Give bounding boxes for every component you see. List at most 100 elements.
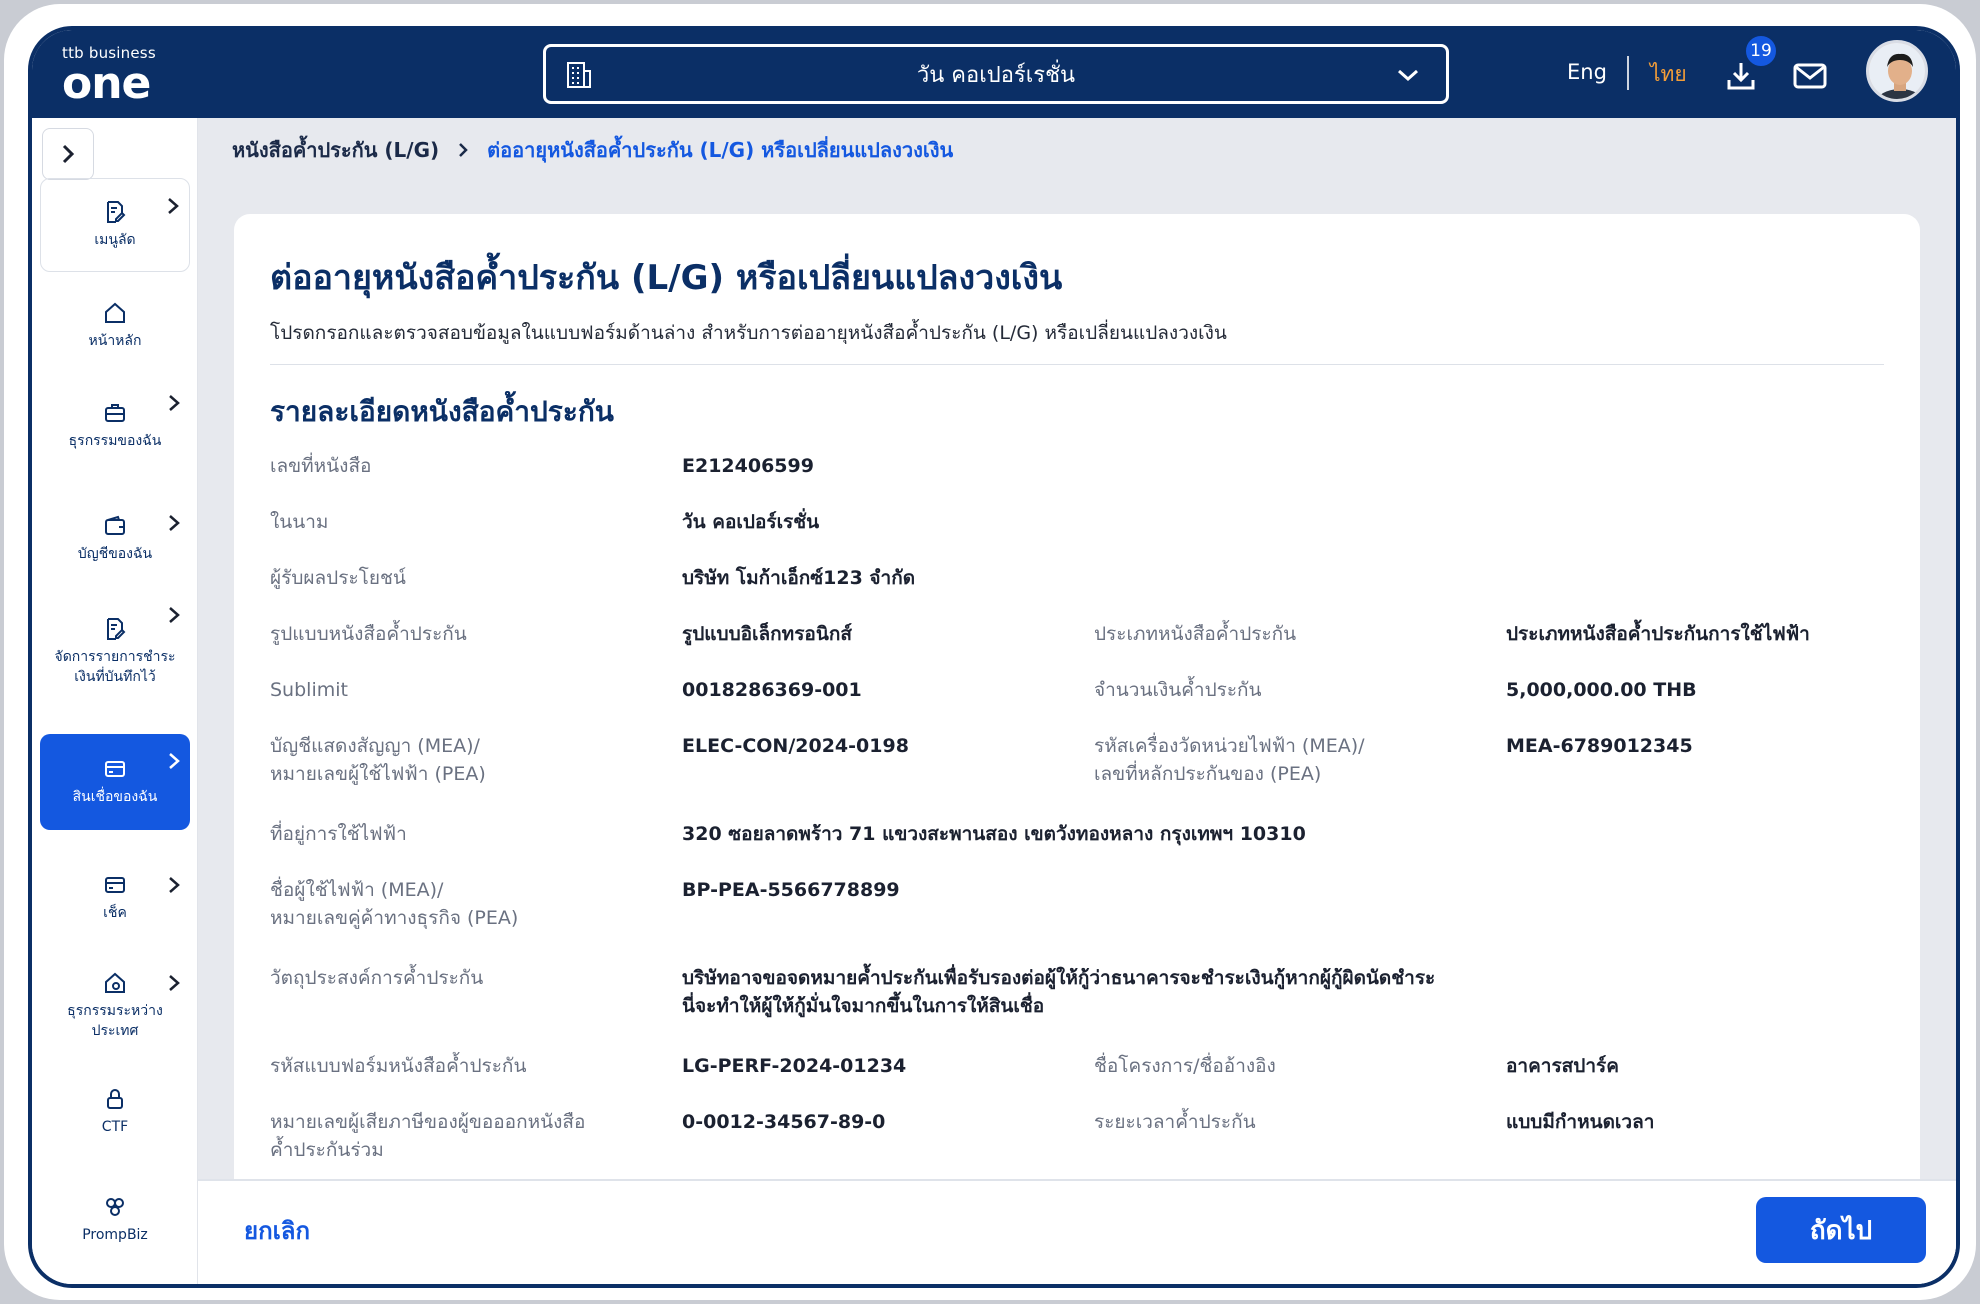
sidebar-item-shortcut-menu[interactable]: เมนูลัด bbox=[40, 178, 190, 272]
detail-value: MEA-6789012345 bbox=[1506, 735, 1693, 757]
detail-value: 0-0012-34567-89-0 bbox=[682, 1111, 886, 1133]
chevron-right-icon bbox=[169, 975, 180, 991]
sidebar-item-home[interactable]: หน้าหลัก bbox=[40, 286, 190, 366]
detail-label: หมายเลขผู้เสียภาษีของผู้ขอออกหนังสือ ค้ำ… bbox=[270, 1108, 650, 1164]
detail-label: ผู้รับผลประโยชน์ bbox=[270, 567, 406, 589]
device-frame: ttb business one วัน คอเปอร์เรชั่น Eng ไ… bbox=[4, 4, 1976, 1300]
chevron-right-icon bbox=[169, 607, 180, 623]
sidebar-item-label: จัดการรายการชำระเงินที่บันทึกไว้ bbox=[54, 649, 176, 685]
detail-value: E212406599 bbox=[682, 455, 814, 477]
detail-label-line: หมายเลขผู้เสียภาษีของผู้ขอออกหนังสือ bbox=[270, 1111, 586, 1133]
sidebar-item-ctf[interactable]: CTF bbox=[40, 1072, 190, 1152]
detail-label: ประเภทหนังสือค้ำประกัน bbox=[1094, 623, 1297, 645]
detail-label: วัตถุประสงค์การค้ำประกัน bbox=[270, 967, 484, 989]
sidebar-expand-button[interactable] bbox=[42, 128, 94, 180]
detail-value: แบบมีกำหนดเวลา bbox=[1506, 1111, 1655, 1133]
detail-label-line: หมายเลขผู้ใช้ไฟฟ้า (PEA) bbox=[270, 763, 486, 785]
detail-label-line: บัญชีแสดงสัญญา (MEA)/ bbox=[270, 735, 480, 757]
breadcrumb-parent-link[interactable]: หนังสือค้ำประกัน (L/G) bbox=[232, 134, 439, 166]
sidebar-item-label: ธุรกรรมระหว่างประเทศ bbox=[67, 1003, 163, 1039]
detail-label-line: หมายเลขคู่ค้าทางธุรกิจ (PEA) bbox=[270, 907, 519, 929]
detail-label: รูปแบบหนังสือค้ำประกัน bbox=[270, 623, 467, 645]
divider bbox=[270, 364, 1884, 365]
cancel-button[interactable]: ยกเลิก bbox=[244, 1211, 310, 1250]
detail-value: 5,000,000.00 THB bbox=[1506, 679, 1697, 701]
chevron-right-icon bbox=[169, 753, 180, 769]
next-button[interactable]: ถัดไป bbox=[1756, 1197, 1926, 1263]
document-edit-icon bbox=[107, 201, 126, 223]
page-title: ต่ออายุหนังสือค้ำประกัน (L/G) หรือเปลี่ย… bbox=[270, 258, 1063, 298]
detail-value: LG-PERF-2024-01234 bbox=[682, 1055, 907, 1077]
lock-icon bbox=[107, 1089, 123, 1109]
detail-value: ELEC-CON/2024-0198 bbox=[682, 735, 909, 757]
sidebar: เมนูลัด หน้าหลัก ธุรกรรมของฉัน บัญชีของฉ… bbox=[32, 118, 198, 1284]
detail-label-line: เลขที่หลักประกันของ (PEA) bbox=[1094, 763, 1322, 785]
detail-value: รูปแบบอิเล็กทรอนิกส์ bbox=[682, 623, 852, 645]
globe-home-icon bbox=[105, 972, 125, 993]
sidebar-item-label: CTF bbox=[101, 1119, 129, 1135]
sidebar-item-my-accounts[interactable]: บัญชีของฉัน bbox=[40, 496, 190, 582]
sidebar-item-label: หน้าหลัก bbox=[88, 333, 142, 349]
breadcrumb: หนังสือค้ำประกัน (L/G) ต่ออายุหนังสือค้ำ… bbox=[232, 130, 953, 170]
download-count-badge: 19 bbox=[1744, 34, 1778, 68]
detail-value: อาคารสปาร์ค bbox=[1506, 1055, 1619, 1077]
sidebar-item-cheque[interactable]: เช็ค bbox=[40, 858, 190, 938]
chevron-right-icon bbox=[169, 395, 180, 411]
user-avatar[interactable] bbox=[1866, 40, 1928, 102]
app-screen: ttb business one วัน คอเปอร์เรชั่น Eng ไ… bbox=[28, 26, 1960, 1288]
section-title: รายละเอียดหนังสือค้ำประกัน bbox=[270, 395, 614, 428]
sidebar-item-label: เช็ค bbox=[103, 905, 127, 921]
chevron-right-icon bbox=[62, 144, 75, 164]
detail-label: ชื่อโครงการ/ชื่ออ้างอิง bbox=[1094, 1055, 1276, 1077]
detail-label: จำนวนเงินค้ำประกัน bbox=[1094, 679, 1262, 701]
wallet-icon bbox=[105, 515, 125, 535]
cheque-icon bbox=[105, 877, 125, 893]
chevron-right-icon bbox=[459, 143, 468, 157]
logo-big-text: one bbox=[62, 58, 151, 109]
detail-label-line: ชื่อผู้ใช้ไฟฟ้า (MEA)/ bbox=[270, 879, 444, 901]
lang-thai-button[interactable]: ไทย bbox=[1650, 58, 1687, 91]
sidebar-item-label: ธุรกรรมของฉัน bbox=[68, 433, 162, 449]
detail-value: บริษัท โมก้าเอ็กซ์123 จำกัด bbox=[682, 567, 916, 589]
sidebar-item-international[interactable]: ธุรกรรมระหว่างประเทศ bbox=[40, 956, 190, 1056]
avatar-person-icon bbox=[1869, 43, 1925, 99]
building-icon bbox=[567, 62, 591, 88]
detail-value: 0018286369-001 bbox=[682, 679, 862, 701]
breadcrumb-current: ต่ออายุหนังสือค้ำประกัน (L/G) หรือเปลี่ย… bbox=[487, 138, 954, 162]
mail-icon[interactable] bbox=[1793, 62, 1827, 90]
prompbiz-icon bbox=[106, 1198, 124, 1216]
lang-divider bbox=[1627, 56, 1629, 90]
detail-label: รหัสแบบฟอร์มหนังสือค้ำประกัน bbox=[270, 1055, 527, 1077]
detail-value-line: นี่จะทำให้ผู้ให้กู้มั่นใจมากขึ้นในการให้… bbox=[682, 995, 1045, 1017]
detail-value: BP-PEA-5566778899 bbox=[682, 879, 900, 901]
sidebar-item-my-transactions[interactable]: ธุรกรรมของฉัน bbox=[40, 376, 190, 476]
sidebar-item-label: บัญชีของฉัน bbox=[77, 546, 153, 562]
sidebar-item-label: สินเชื่อของฉัน bbox=[72, 789, 158, 805]
detail-value: วัน คอเปอร์เรชั่น bbox=[682, 511, 820, 533]
page-subtitle: โปรดกรอกและตรวจสอบข้อมูลในแบบฟอร์มด้านล่… bbox=[270, 322, 1227, 344]
chevron-right-icon bbox=[169, 877, 180, 893]
sidebar-item-saved-payments[interactable]: จัดการรายการชำระเงินที่บันทึกไว้ bbox=[40, 588, 190, 716]
detail-label: บัญชีแสดงสัญญา (MEA)/ หมายเลขผู้ใช้ไฟฟ้า… bbox=[270, 732, 650, 788]
detail-label: ในนาม bbox=[270, 511, 329, 533]
company-select[interactable]: วัน คอเปอร์เรชั่น bbox=[543, 44, 1449, 104]
detail-label: Sublimit bbox=[270, 679, 348, 701]
detail-value-line: บริษัทอาจขอจดหมายค้ำประกันเพื่อรับรองต่อ… bbox=[682, 967, 1436, 989]
sidebar-item-label: เมนูลัด bbox=[94, 232, 136, 248]
lang-eng-button[interactable]: Eng bbox=[1567, 60, 1607, 84]
action-footer: ยกเลิก ถัดไป bbox=[198, 1179, 1956, 1284]
chevron-right-icon bbox=[168, 198, 179, 214]
detail-value: ประเภทหนังสือค้ำประกันการใช้ไฟฟ้า bbox=[1506, 623, 1810, 645]
credit-card-icon bbox=[105, 761, 125, 777]
form-card: ต่ออายุหนังสือค้ำประกัน (L/G) หรือเปลี่ย… bbox=[234, 214, 1920, 1284]
chevron-down-icon bbox=[1398, 69, 1418, 82]
sidebar-item-label: PrompBiz bbox=[82, 1227, 148, 1243]
sidebar-item-my-loans[interactable]: สินเชื่อของฉัน bbox=[40, 734, 190, 830]
detail-label: ที่อยู่การใช้ไฟฟ้า bbox=[270, 823, 407, 845]
briefcase-icon bbox=[105, 404, 125, 422]
main-content: หนังสือค้ำประกัน (L/G) ต่ออายุหนังสือค้ำ… bbox=[198, 118, 1956, 1284]
detail-value: บริษัทอาจขอจดหมายค้ำประกันเพื่อรับรองต่อ… bbox=[682, 964, 1682, 1020]
detail-label: เลขที่หนังสือ bbox=[270, 455, 372, 477]
sidebar-item-prompbiz[interactable]: PrompBiz bbox=[40, 1180, 190, 1260]
ttb-business-one-logo[interactable]: ttb business one bbox=[62, 44, 156, 106]
